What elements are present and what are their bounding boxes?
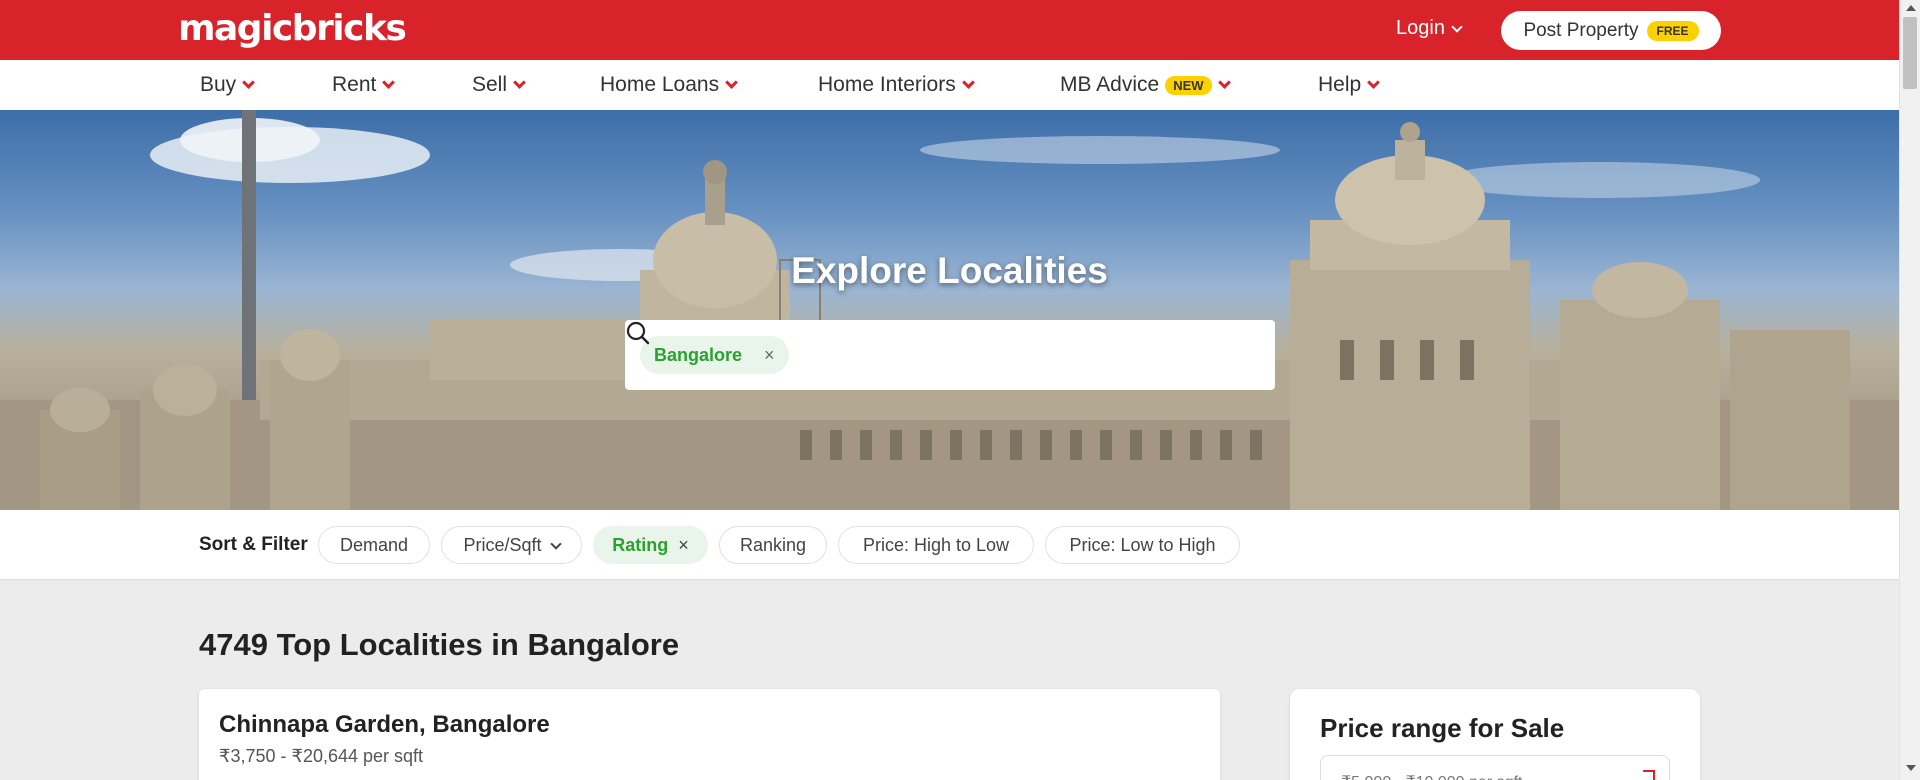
nav-item-label: Home Loans <box>600 73 720 96</box>
hero-background-image <box>0 110 1899 510</box>
free-badge: FREE <box>1646 20 1699 41</box>
filter-pill-label: Price: Low to High <box>1069 534 1216 555</box>
close-icon[interactable]: × <box>678 535 689 556</box>
locality-name[interactable]: Chinnapa Garden, Bangalore <box>219 711 550 739</box>
scroll-up-arrow-icon[interactable] <box>1906 5 1916 11</box>
chevron-down-icon <box>242 76 256 89</box>
hero-banner: Explore Localities Bangalore × <box>0 110 1899 510</box>
nav-item-help[interactable]: Help <box>1318 73 1381 97</box>
close-icon[interactable]: × <box>764 345 775 366</box>
filter-pill-label: Ranking <box>739 534 807 555</box>
filter-pill-label: Price/Sqft <box>463 534 542 555</box>
nav-item-home-loans[interactable]: Home Loans <box>600 73 738 97</box>
sort-filter-label: Sort & Filter <box>199 534 308 555</box>
filter-pill-demand[interactable]: Demand <box>318 526 430 564</box>
locality-card[interactable]: Chinnapa Garden, Bangalore ₹3,750 - ₹20,… <box>199 689 1220 780</box>
price-range-option[interactable]: ₹5,000 - ₹10,000 per sqft <box>1320 755 1670 780</box>
filter-pill-label: Price: High to Low <box>862 534 1010 555</box>
filter-pill-price-sqft[interactable]: Price/Sqft <box>441 526 582 564</box>
chevron-down-icon <box>1367 76 1381 89</box>
nav-item-rent[interactable]: Rent <box>332 73 396 97</box>
filter-pill-ranking[interactable]: Ranking <box>719 526 827 564</box>
login-label: Login <box>1396 17 1445 39</box>
external-link-icon <box>1643 770 1655 780</box>
nav-item-label: Help <box>1318 73 1362 96</box>
price-range-label: ₹5,000 - ₹10,000 per sqft <box>1341 772 1522 780</box>
city-chip: Bangalore × <box>640 336 789 374</box>
chevron-down-icon <box>382 76 396 89</box>
nav-item-label: Sell <box>472 73 508 96</box>
nav-item-sell[interactable]: Sell <box>472 73 526 97</box>
post-property-button[interactable]: Post Property FREE <box>1501 11 1721 50</box>
nav-item-label: Buy <box>200 73 237 96</box>
nav-item-mb-advice[interactable]: MB Advice NEW <box>1060 73 1231 97</box>
nav-item-label: Rent <box>332 73 377 96</box>
scroll-thumb[interactable] <box>1903 17 1917 89</box>
chevron-down-icon <box>513 76 526 89</box>
chevron-down-icon <box>961 76 975 89</box>
login-button[interactable]: Login <box>1396 17 1463 40</box>
logo[interactable]: magicbricks <box>178 8 407 49</box>
filter-pill-label: Demand <box>339 534 409 555</box>
results-title: 4749 Top Localities in Bangalore <box>199 627 680 662</box>
price-range-title: Price range for Sale <box>1320 713 1565 743</box>
price-range-widget: Price range for Sale ₹5,000 - ₹10,000 pe… <box>1290 689 1700 780</box>
nav-item-home-interiors[interactable]: Home Interiors <box>818 73 975 97</box>
chevron-down-icon <box>1217 76 1231 89</box>
search-icon[interactable] <box>625 320 651 346</box>
nav-item-buy[interactable]: Buy <box>200 73 256 97</box>
chevron-down-icon <box>1451 20 1463 33</box>
scroll-down-arrow-icon[interactable] <box>1906 765 1916 771</box>
post-property-label: Post Property <box>1523 19 1639 41</box>
filter-pill-price-low-to-high[interactable]: Price: Low to High <box>1045 526 1240 564</box>
main-nav: Buy Rent Sell Home Loans Home Interiors … <box>0 60 1899 110</box>
filter-pill-rating[interactable]: Rating × <box>593 526 708 564</box>
locality-search-box[interactable]: Bangalore × <box>625 320 1275 390</box>
filter-pill-label: Rating <box>612 534 669 555</box>
sort-filter-bar: Sort & Filter Demand Price/Sqft Rating ×… <box>0 510 1899 580</box>
nav-item-label: MB Advice <box>1060 73 1160 96</box>
chevron-down-icon <box>725 76 738 89</box>
nav-item-label: Home Interiors <box>818 73 956 96</box>
top-header: magicbricks Login Post Property FREE <box>0 0 1899 60</box>
page-scrollbar[interactable] <box>1899 0 1920 780</box>
chevron-down-icon <box>549 538 562 550</box>
hero-title: Explore Localities <box>791 250 1108 291</box>
locality-price-range: ₹3,750 - ₹20,644 per sqft <box>219 746 424 766</box>
filter-pill-price-high-to-low[interactable]: Price: High to Low <box>838 526 1034 564</box>
city-chip-label: Bangalore <box>654 344 743 365</box>
new-badge: NEW <box>1165 75 1212 95</box>
